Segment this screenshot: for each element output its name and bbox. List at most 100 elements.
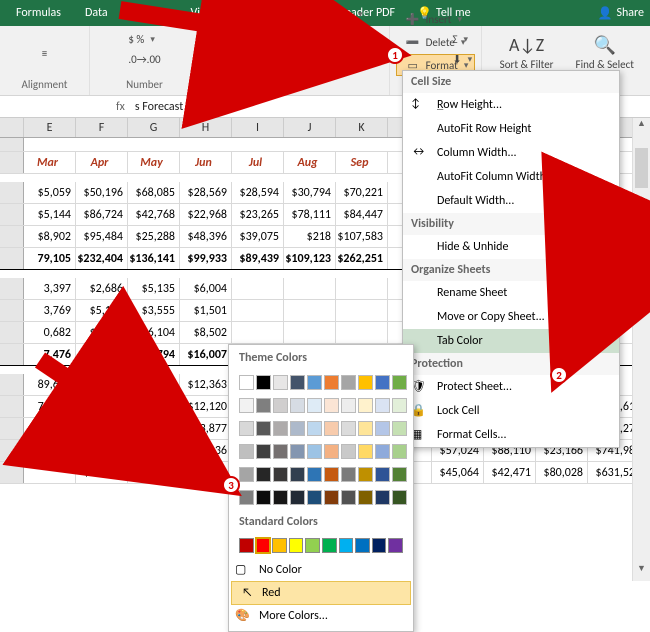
color-swatch[interactable]	[358, 467, 373, 482]
color-swatch[interactable]	[358, 375, 373, 390]
color-swatch[interactable]	[392, 490, 407, 505]
color-swatch[interactable]	[273, 490, 288, 505]
col-header[interactable]: I	[232, 118, 284, 137]
color-swatch[interactable]	[358, 490, 373, 505]
color-swatch[interactable]	[307, 490, 322, 505]
menu-row-height[interactable]: ↕Row Row Height...Height...	[403, 93, 619, 117]
color-swatch[interactable]	[256, 375, 271, 390]
tab-data[interactable]: Data	[73, 2, 120, 24]
color-swatch[interactable]	[290, 421, 305, 436]
menu-protect-sheet[interactable]: 🛡Protect Sheet...	[403, 375, 619, 399]
sort-filter-button[interactable]: A↓Z Sort & Filter	[494, 30, 560, 75]
tab-formulas[interactable]: Formulas	[4, 2, 73, 24]
color-swatch[interactable]	[307, 375, 322, 390]
col-header[interactable]: J	[284, 118, 336, 137]
color-swatch[interactable]	[324, 398, 339, 413]
select-all-corner[interactable]	[0, 118, 24, 137]
color-swatch[interactable]	[375, 444, 390, 459]
conditional-formatting-button[interactable]: ▦Conditional Formatting	[219, 2, 369, 26]
color-swatch[interactable]	[372, 538, 387, 553]
fx-icon[interactable]: fx	[116, 100, 125, 114]
menu-format-cells[interactable]: ▦Format Cells...	[403, 423, 619, 447]
color-swatch[interactable]	[392, 444, 407, 459]
color-swatch[interactable]	[256, 421, 271, 436]
color-swatch[interactable]	[358, 444, 373, 459]
menu-rename-sheet[interactable]: Rename Sheet	[403, 281, 619, 305]
scroll-thumb[interactable]	[635, 148, 648, 188]
vertical-scrollbar[interactable]: ▲ ▼	[632, 118, 650, 581]
color-swatch[interactable]	[307, 444, 322, 459]
no-color-option[interactable]: ▢No Color	[229, 559, 413, 581]
color-swatch[interactable]	[324, 421, 339, 436]
color-swatch[interactable]	[358, 421, 373, 436]
find-select-button[interactable]: 🔍 Find & Select	[570, 30, 640, 75]
col-header[interactable]: K	[336, 118, 388, 137]
color-swatch[interactable]	[388, 538, 403, 553]
menu-hide-unhide[interactable]: Hide & Unhide▶	[403, 235, 619, 259]
color-swatch[interactable]	[239, 375, 254, 390]
col-header[interactable]: H	[180, 118, 232, 137]
color-swatch[interactable]	[305, 538, 320, 553]
color-swatch[interactable]	[341, 375, 356, 390]
color-swatch[interactable]	[375, 467, 390, 482]
color-swatch[interactable]	[290, 444, 305, 459]
increase-decimal[interactable]: .0→.00	[121, 50, 167, 69]
color-swatch[interactable]	[239, 421, 254, 436]
color-swatch[interactable]	[341, 467, 356, 482]
color-swatch[interactable]	[239, 490, 254, 505]
fill-button[interactable]: ⬇	[445, 50, 479, 69]
color-swatch[interactable]	[355, 538, 370, 553]
color-swatch[interactable]	[307, 398, 322, 413]
color-swatch[interactable]	[324, 444, 339, 459]
color-swatch[interactable]	[358, 398, 373, 413]
color-swatch[interactable]	[392, 421, 407, 436]
color-swatch[interactable]	[290, 467, 305, 482]
menu-column-width[interactable]: ↔Column Width...	[403, 141, 619, 165]
color-swatch[interactable]	[290, 490, 305, 505]
cell-styles-button[interactable]: ▢Cell Styles	[219, 52, 311, 76]
color-swatch[interactable]	[273, 467, 288, 482]
color-swatch[interactable]	[307, 421, 322, 436]
menu-lock-cell[interactable]: 🔒Lock Cell	[403, 399, 619, 423]
color-swatch[interactable]	[375, 375, 390, 390]
color-swatch[interactable]	[239, 467, 254, 482]
autosum-button[interactable]: Σ	[445, 30, 475, 49]
menu-autofit-row[interactable]: AutoFit Row Height	[403, 117, 619, 141]
color-swatch[interactable]	[273, 398, 288, 413]
more-colors-option[interactable]: 🎨More Colors...	[229, 605, 413, 627]
color-swatch[interactable]	[324, 375, 339, 390]
color-swatch[interactable]	[339, 538, 354, 553]
menu-autofit-column[interactable]: AutoFit Column Width	[403, 165, 619, 189]
color-swatch[interactable]	[256, 444, 271, 459]
color-swatch[interactable]	[324, 490, 339, 505]
color-swatch[interactable]	[273, 375, 288, 390]
number-format-dropdown[interactable]: $ %	[121, 30, 161, 49]
formula-content[interactable]: s Forecast	[135, 100, 183, 114]
color-swatch[interactable]	[256, 467, 271, 482]
color-swatch[interactable]	[341, 398, 356, 413]
color-swatch[interactable]	[392, 467, 407, 482]
share-button[interactable]: 👤Share	[597, 6, 644, 21]
color-swatch[interactable]	[341, 421, 356, 436]
color-swatch[interactable]	[273, 444, 288, 459]
color-swatch[interactable]	[272, 538, 287, 553]
color-swatch[interactable]	[375, 398, 390, 413]
color-swatch[interactable]	[392, 398, 407, 413]
color-swatch[interactable]	[289, 538, 304, 553]
col-header[interactable]: G	[128, 118, 180, 137]
color-swatch[interactable]	[239, 398, 254, 413]
color-swatch[interactable]	[273, 421, 288, 436]
menu-default-width[interactable]: Default Width...	[403, 189, 619, 213]
color-swatch[interactable]	[239, 538, 254, 553]
col-header[interactable]: E	[24, 118, 76, 137]
color-swatch[interactable]	[290, 398, 305, 413]
color-swatch[interactable]	[375, 421, 390, 436]
tab-review[interactable]: Review	[120, 2, 179, 24]
color-swatch[interactable]	[392, 375, 407, 390]
color-swatch[interactable]	[307, 467, 322, 482]
color-swatch[interactable]	[341, 490, 356, 505]
color-swatch[interactable]	[324, 467, 339, 482]
format-as-table-button[interactable]: ▤Format as Table	[219, 27, 337, 51]
color-swatch[interactable]	[341, 444, 356, 459]
color-swatch[interactable]	[322, 538, 337, 553]
